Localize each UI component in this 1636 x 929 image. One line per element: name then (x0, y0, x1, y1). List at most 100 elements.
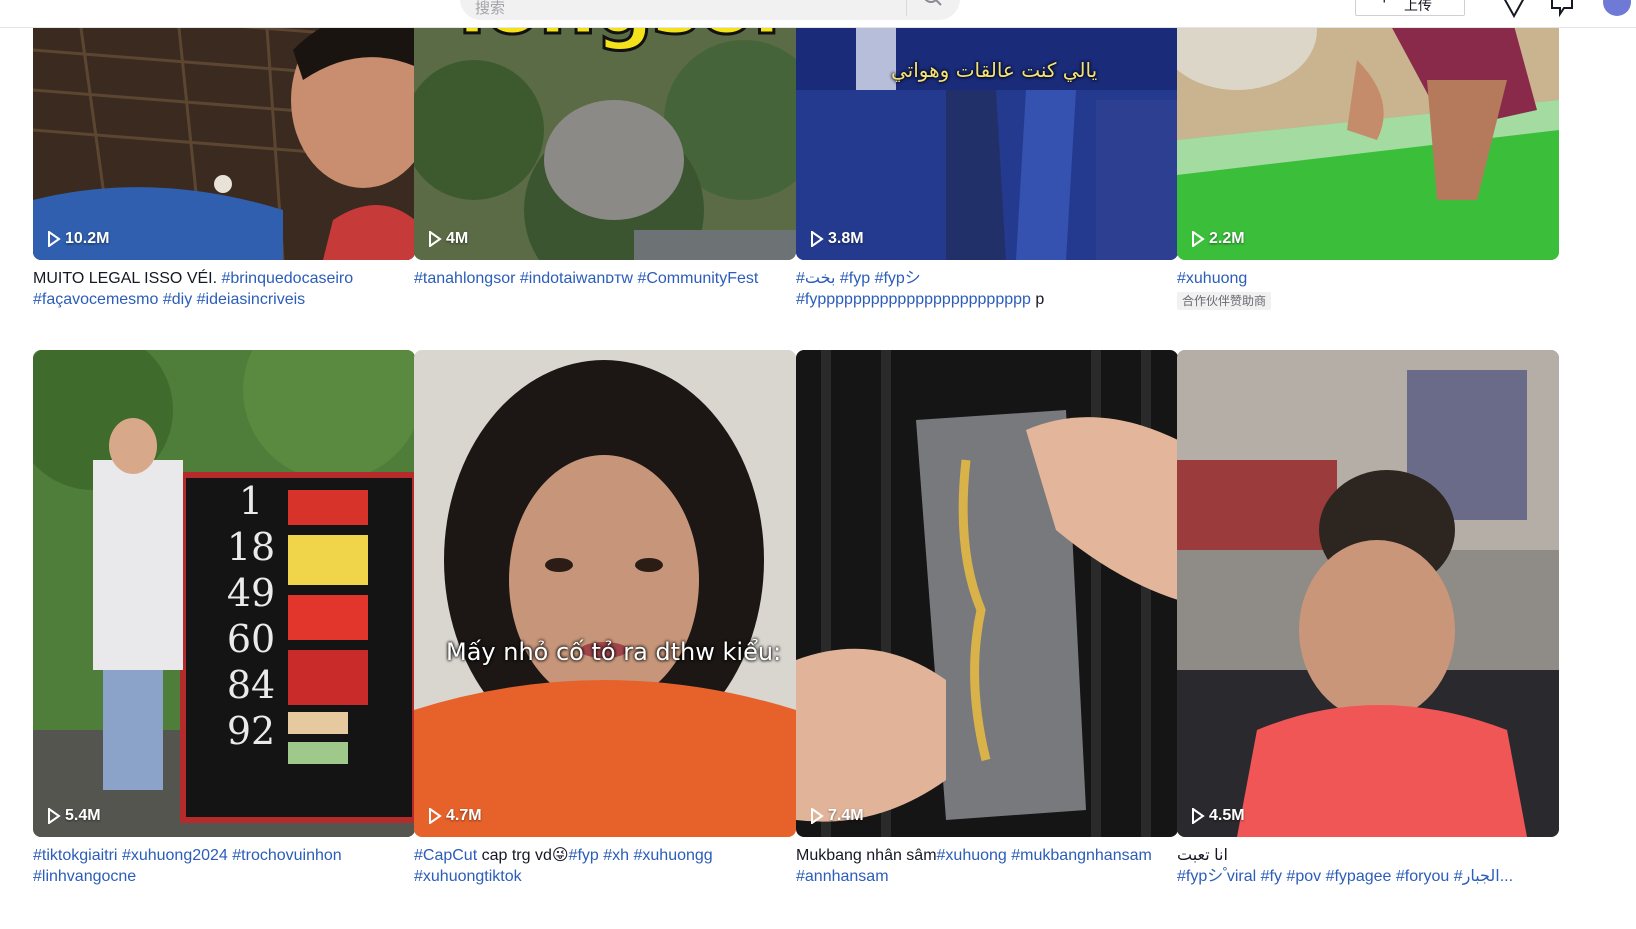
hashtag-link[interactable]: #foryou (1396, 868, 1449, 885)
video-thumbnail[interactable]: يالي كنت عالقات وهواتي 3.8M (796, 0, 1178, 260)
play-icon (429, 808, 442, 824)
thumbnail-image (796, 0, 1178, 260)
video-thumbnail[interactable]: 4.5M (1177, 350, 1559, 837)
video-caption[interactable]: MUITO LEGAL ISSO VÉI. #brinquedocaseiro … (33, 268, 415, 310)
search-input[interactable]: 搜索 (475, 0, 505, 18)
hashtag-link[interactable]: #indotaiwan (520, 270, 605, 287)
search-bar[interactable]: 搜索 (460, 0, 960, 20)
caption-text: MUITO LEGAL ISSO VÉI. (33, 270, 222, 287)
hashtag-link[interactable]: #xuhuong2024 (122, 847, 228, 864)
video-caption[interactable]: Mukbang nhân sâm#xuhuong #mukbangnhansam… (796, 845, 1178, 887)
caption-line: #CapCut cap trg vd😜#fyp #xh #xuhuongg (414, 845, 796, 866)
hashtag-link[interactable]: #ideiasincriveis (197, 291, 306, 308)
thumbnail-image (414, 350, 796, 837)
video-thumbnail[interactable]: 7.4M (796, 350, 1178, 837)
thumbnail-image (33, 0, 415, 260)
hashtag-link[interactable]: #fypagee (1326, 868, 1392, 885)
video-thumbnail[interactable]: Mấy nhỏ cố tỏ ra dthw kiểu: 4.7M (414, 350, 796, 837)
video-thumbnail[interactable]: longsor 4M (414, 0, 796, 260)
caption-text: cap trg vd😜 (477, 847, 569, 864)
top-bar: 搜索 + 上传 (0, 0, 1636, 28)
hashtag-link[interactable]: #mukbangnhansam (1011, 847, 1152, 864)
sponsor-badge: 合作伙伴赞助商 (1177, 292, 1272, 310)
view-count: 3.8M (810, 230, 864, 248)
caption-line: #tiktokgiaitri #xuhuong2024 #trochovuinh… (33, 845, 415, 866)
board-number: 49 (226, 571, 276, 615)
hashtag-link[interactable]: #pov (1286, 868, 1321, 885)
video-thumbnail[interactable]: 10.2M (33, 0, 415, 260)
play-icon (429, 231, 442, 247)
hashtag-link[interactable]: #xh (603, 847, 629, 864)
board-number: 1 (238, 479, 264, 523)
hashtag-link[interactable]: #fyp (840, 270, 870, 287)
play-icon (811, 231, 824, 247)
hashtag-link[interactable]: #fy (1261, 868, 1282, 885)
caption-line: #linhvangocne (33, 866, 415, 887)
video-thumbnail[interactable]: 2.2M (1177, 0, 1559, 260)
hashtag-link[interactable]: #fypシ (1177, 868, 1223, 885)
caption-text: Mukbang nhân sâm (796, 847, 937, 864)
hashtag-link[interactable]: #xuhuong (1177, 270, 1247, 287)
play-icon (811, 808, 824, 824)
video-caption[interactable]: #CapCut cap trg vd😜#fyp #xh #xuhuongg #x… (414, 845, 796, 887)
hashtag-link[interactable]: #brinquedocaseiro (222, 270, 354, 287)
hashtag-link[interactable]: #xuhuongtiktok (414, 868, 522, 885)
hashtag-link[interactable]: #façavocemesmo (33, 291, 158, 308)
hashtag-link[interactable]: #trochovuinhon (232, 847, 341, 864)
overlay-text: يالي كنت عالقات وهواتي (891, 58, 1098, 82)
thumbnail-image (1177, 350, 1559, 837)
hashtag-link[interactable]: #xuhuongg (634, 847, 713, 864)
search-divider (906, 0, 907, 16)
video-thumbnail[interactable]: 1 18 49 60 84 92 5.4M (33, 350, 415, 837)
view-count: 4.7M (428, 807, 482, 825)
video-caption[interactable]: #بخت #fyp #fypシ #fyppppppppppppppppppppp… (796, 268, 1178, 310)
chalkboard-numbers: 1 18 49 60 84 92 (221, 478, 281, 754)
search-icon[interactable] (920, 0, 944, 8)
hashtag-link[interactable]: #CapCut (414, 847, 477, 864)
view-count: 4M (428, 230, 468, 248)
view-count-text: 5.4M (65, 807, 101, 824)
hashtag-link[interactable]: #tanahlongsor (414, 270, 515, 287)
video-caption[interactable]: انا تعبت #fypシ ゚viral #fy #pov #fypagee … (1177, 845, 1559, 887)
view-count-text: 4.7M (446, 807, 482, 824)
caption-line: انا تعبت (1177, 845, 1559, 866)
video-caption[interactable]: #tiktokgiaitri #xuhuong2024 #trochovuinh… (33, 845, 415, 887)
hashtag-link[interactable]: ᴅᴛᴡ (605, 270, 633, 287)
view-count-text: 7.4M (828, 807, 864, 824)
hashtag-link[interactable]: #بخت (796, 270, 835, 287)
caption-line: #xuhuong (1177, 268, 1559, 289)
play-icon (1192, 808, 1205, 824)
hashtag-link[interactable]: #fypppppppppppppppppppppppp (796, 291, 1031, 308)
hashtag-link[interactable]: #linhvangocne (33, 868, 136, 885)
caption-line: #annhansam (796, 866, 1178, 887)
user-avatar[interactable] (1603, 0, 1631, 16)
inbox-icon[interactable] (1548, 0, 1576, 18)
caption-line: #fypppppppppppppppppppppppp p (796, 289, 1178, 310)
view-count: 4.5M (1191, 807, 1245, 825)
board-number: 84 (226, 663, 276, 707)
video-caption[interactable]: #xuhuong 合作伙伴赞助商 (1177, 268, 1559, 311)
overlay-text: Mấy nhỏ cố tỏ ra dthw kiểu: (446, 638, 782, 666)
caption-text: انا تعبت (1177, 847, 1228, 864)
board-number: 60 (226, 617, 276, 661)
hashtag-link[interactable]: ゚viral (1223, 868, 1256, 885)
video-caption[interactable]: #tanahlongsor #indotaiwanᴅᴛᴡ #CommunityF… (414, 268, 796, 289)
hashtag-link[interactable]: #CommunityFest (637, 270, 758, 287)
play-icon (48, 808, 61, 824)
view-count: 7.4M (810, 807, 864, 825)
upload-button[interactable]: + 上传 (1355, 0, 1465, 16)
hashtag-link[interactable]: #الجبار... (1454, 868, 1513, 885)
send-icon[interactable] (1500, 0, 1528, 18)
caption-line: #façavocemesmo #diy #ideiasincriveis (33, 289, 415, 310)
hashtag-link[interactable]: #fypシ (875, 270, 921, 287)
view-count-text: 4.5M (1209, 807, 1245, 824)
view-count: 5.4M (47, 807, 101, 825)
view-count-text: 3.8M (828, 230, 864, 247)
hashtag-link[interactable]: #diy (163, 291, 192, 308)
hashtag-link[interactable]: #annhansam (796, 868, 889, 885)
hashtag-link[interactable]: #tiktokgiaitri (33, 847, 117, 864)
hashtag-link[interactable]: #fyp (569, 847, 599, 864)
hashtag-link[interactable]: #xuhuong (937, 847, 1007, 864)
play-icon (1192, 231, 1205, 247)
view-count-text: 2.2M (1209, 230, 1245, 247)
